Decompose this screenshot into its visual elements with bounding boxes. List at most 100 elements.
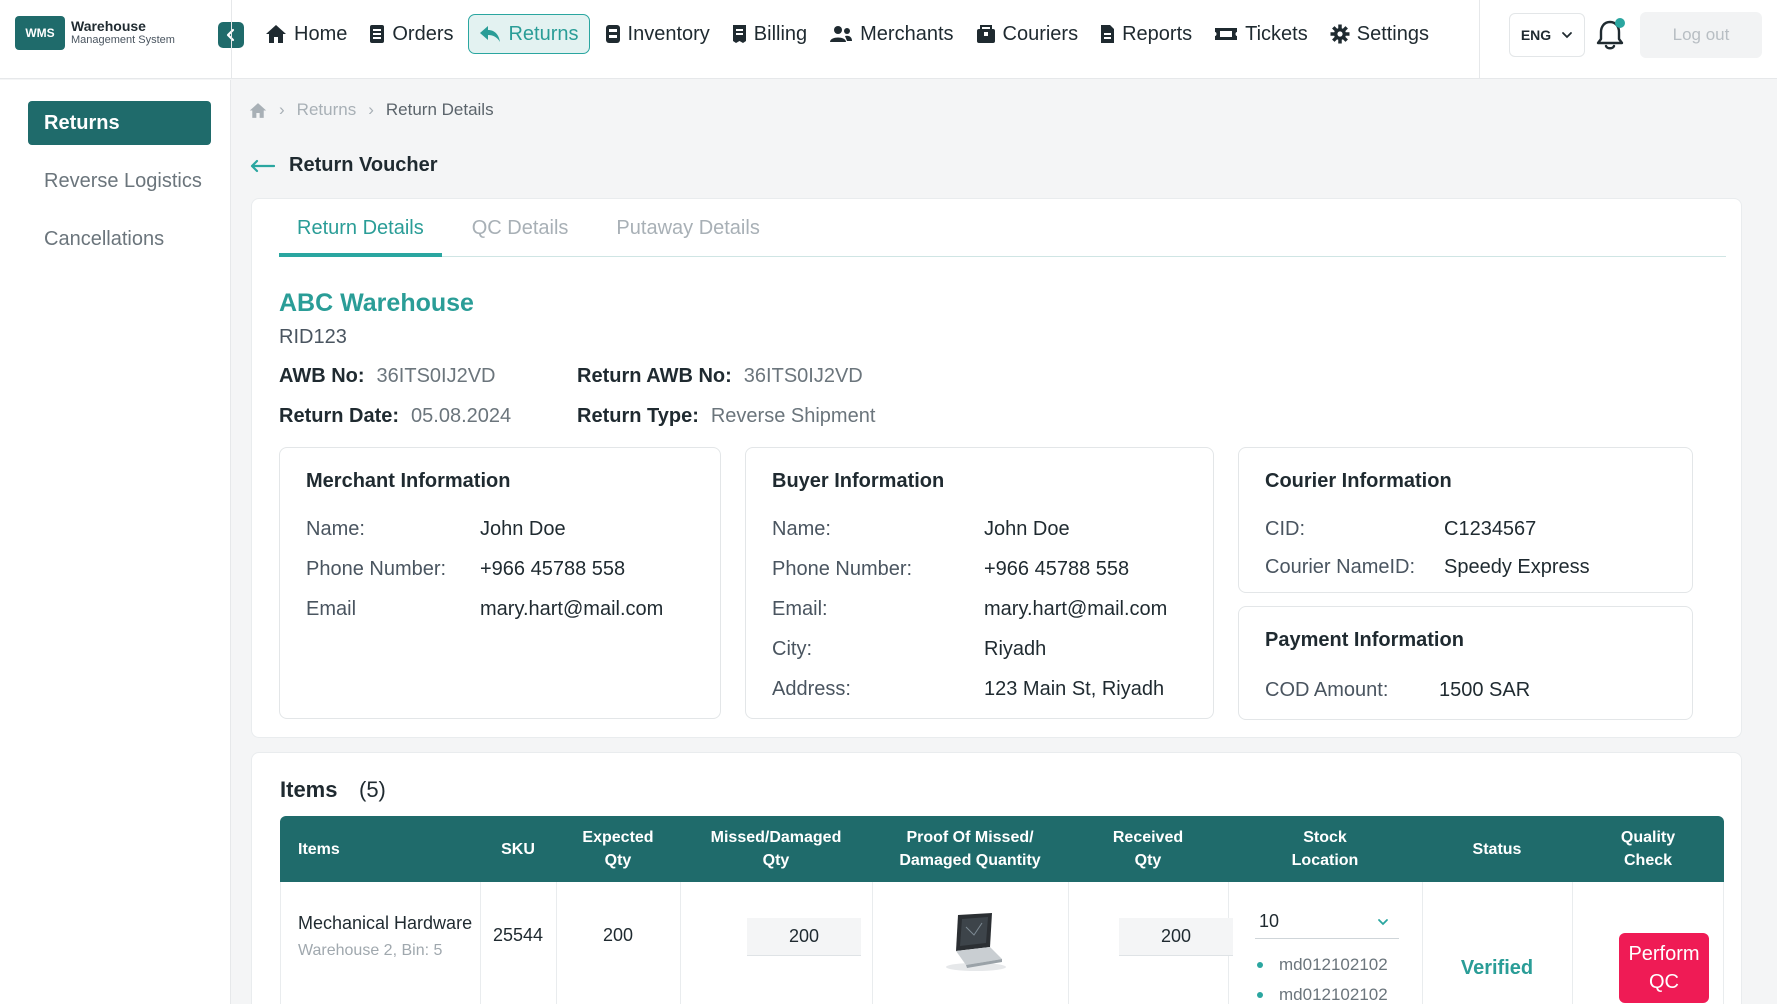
divider xyxy=(872,882,873,1004)
main-nav: Home Orders Returns Inventory Billing Me… xyxy=(258,14,1444,54)
merchant-name-row: Name: John Doe xyxy=(306,518,566,540)
courier-name-row: Courier NameID: Speedy Express xyxy=(1265,556,1590,578)
nav-item-billing[interactable]: Billing xyxy=(725,14,814,54)
nav-item-couriers[interactable]: Couriers xyxy=(969,14,1086,54)
sidebar-item-returns[interactable]: Returns xyxy=(28,101,211,145)
divider xyxy=(680,882,681,1004)
return-details-card: Return Details QC Details Putaway Detail… xyxy=(251,198,1742,738)
nav-item-merchants[interactable]: Merchants xyxy=(822,14,960,54)
nav-item-home[interactable]: Home xyxy=(258,14,354,54)
items-count: (5) xyxy=(359,777,386,802)
nav-item-settings[interactable]: Settings xyxy=(1323,14,1436,54)
column-header-sku: SKU xyxy=(501,840,535,858)
return-type: Return Type: Reverse Shipment xyxy=(577,405,876,427)
item-sku: 25544 xyxy=(492,925,544,945)
tickets-icon xyxy=(1215,28,1238,40)
merchants-icon xyxy=(830,26,853,42)
nav-label: Home xyxy=(294,22,348,45)
page-title: Return Voucher xyxy=(249,154,438,177)
nav-label: Orders xyxy=(392,22,454,45)
awb-number: AWB No: 36ITS0IJ2VD xyxy=(279,365,496,387)
couriers-icon xyxy=(976,25,995,43)
courier-info-box: Courier Information CID: C1234567 Courier… xyxy=(1238,447,1693,593)
logo-title: Warehouse xyxy=(71,18,146,34)
nav-label: Couriers xyxy=(1002,22,1079,45)
payment-info-box: Payment Information COD Amount: 1500 SAR xyxy=(1238,606,1693,720)
list-item: md012102102 xyxy=(1257,980,1388,1004)
sidebar-item-cancellations[interactable]: Cancellations xyxy=(28,217,211,261)
nav-label: Settings xyxy=(1356,22,1429,45)
stock-location-list: md012102102 md012102102 xyxy=(1257,950,1388,1004)
column-header-received-qty: Received Qty xyxy=(1112,829,1184,869)
language-select[interactable]: ENG xyxy=(1509,13,1585,57)
divider xyxy=(1422,882,1423,1004)
stock-location-select[interactable]: 10 xyxy=(1255,905,1399,939)
return-date: Return Date: 05.08.2024 xyxy=(279,405,512,427)
column-header-stock-location: Stock Location xyxy=(1291,829,1359,869)
tab-qc-details[interactable]: QC Details xyxy=(454,215,587,257)
breadcrumb-separator: › xyxy=(279,100,285,119)
return-awb-number: Return AWB No: 36ITS0IJ2VD xyxy=(577,365,863,387)
nav-item-orders[interactable]: Orders xyxy=(362,14,460,54)
nav-item-tickets[interactable]: Tickets xyxy=(1207,14,1315,54)
proof-image[interactable] xyxy=(940,909,1010,973)
notification-dot xyxy=(1615,18,1625,28)
buyer-address-row: Address: 123 Main St, Riyadh xyxy=(772,678,1165,700)
inventory-icon xyxy=(605,25,620,43)
breadcrumb-item-current: Return Details xyxy=(385,100,494,119)
tab-bar: Return Details QC Details Putaway Detail… xyxy=(279,215,1726,257)
home-icon[interactable] xyxy=(249,102,267,119)
nav-item-inventory[interactable]: Inventory xyxy=(598,14,717,54)
breadcrumb-separator: › xyxy=(368,100,374,119)
tab-putaway-details[interactable]: Putaway Details xyxy=(598,215,777,257)
page-title-text: Return Voucher xyxy=(289,154,438,176)
nav-label: Tickets xyxy=(1245,22,1308,45)
courier-info-title: Courier Information xyxy=(1265,470,1452,492)
divider xyxy=(1068,882,1069,1004)
sidebar-item-reverse-logistics[interactable]: Reverse Logistics xyxy=(28,159,211,203)
column-header-status: Status xyxy=(1472,840,1522,858)
item-location: Warehouse 2, Bin: 5 xyxy=(298,942,443,959)
notifications-button[interactable] xyxy=(1594,18,1628,54)
missed-qty-input[interactable]: 200 xyxy=(747,918,861,956)
column-header-missed-qty: Missed/Damaged Qty xyxy=(710,829,842,869)
cod-amount-row: COD Amount: 1500 SAR xyxy=(1265,679,1531,701)
warehouse-name: ABC Warehouse xyxy=(279,289,474,317)
language-value: ENG xyxy=(1520,27,1552,43)
status-badge: Verified xyxy=(1460,957,1534,979)
orders-icon xyxy=(370,25,385,43)
gear-icon xyxy=(1330,24,1350,44)
nav-label: Merchants xyxy=(860,22,954,45)
divider xyxy=(1479,0,1480,79)
sidebar: Returns Reverse Logistics Cancellations xyxy=(0,80,231,1004)
nav-label: Returns xyxy=(508,22,579,45)
nav-item-reports[interactable]: Reports xyxy=(1093,14,1199,54)
logo-subtitle: Management System xyxy=(71,34,175,46)
nav-label: Inventory xyxy=(627,22,710,45)
logout-button[interactable]: Log out xyxy=(1640,12,1762,58)
app-logo[interactable]: WMS Warehouse Management System xyxy=(15,16,175,50)
items-card: Items (5) Items SKU Expected Qty Missed/D… xyxy=(251,752,1742,1004)
buyer-city-row: City: Riyadh xyxy=(772,638,1047,660)
tab-return-details[interactable]: Return Details xyxy=(279,215,442,257)
payment-info-title: Payment Information xyxy=(1265,629,1464,651)
merchant-info-title: Merchant Information xyxy=(306,470,511,492)
breadcrumb-item-returns[interactable]: Returns xyxy=(297,100,357,120)
item-name: Mechanical Hardware xyxy=(298,913,473,933)
nav-item-returns[interactable]: Returns xyxy=(468,14,590,54)
chevron-down-icon xyxy=(1562,32,1573,39)
nav-label: Billing xyxy=(753,22,808,45)
items-table-header: Items SKU Expected Qty Missed/Damaged Qty … xyxy=(280,816,1724,882)
perform-qc-button[interactable]: Perform QC xyxy=(1619,933,1709,1003)
buyer-info-box: Buyer Information Name: John Doe Phone Nu… xyxy=(745,447,1214,719)
buyer-info-title: Buyer Information xyxy=(772,470,945,492)
home-icon xyxy=(266,25,286,43)
stock-location-value: 10 xyxy=(1259,911,1280,931)
buyer-phone-row: Phone Number: +966 45788 558 xyxy=(772,558,1130,580)
logo-badge: WMS xyxy=(15,16,65,50)
received-qty-input[interactable]: 200 xyxy=(1119,918,1233,956)
divider xyxy=(1723,882,1724,1004)
back-arrow-icon[interactable] xyxy=(249,159,275,173)
returns-icon xyxy=(480,26,501,42)
column-header-items: Items xyxy=(298,840,340,858)
